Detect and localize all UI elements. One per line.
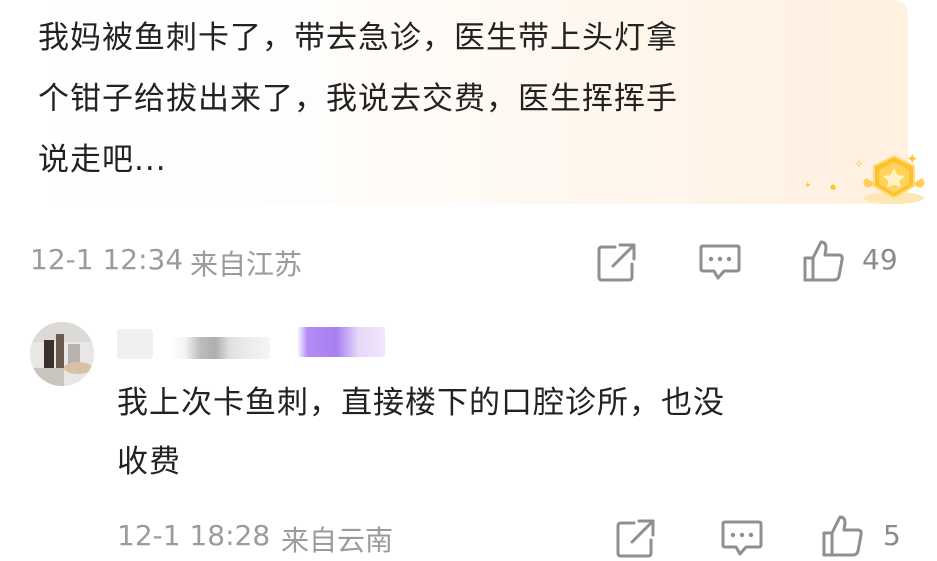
- comment-location: 来自江苏: [190, 248, 303, 281]
- medal-badge-icon: [863, 154, 925, 204]
- comment-icon[interactable]: [719, 515, 765, 561]
- comment-icon[interactable]: [697, 239, 743, 285]
- comment-card-1: 我妈被鱼刺卡了，带去急诊，医生带上头灯拿 个钳子给拔出来了，我说去交费，医生挥挥…: [8, 0, 925, 204]
- like-icon[interactable]: [801, 238, 847, 284]
- username[interactable]: [170, 337, 270, 359]
- like-icon[interactable]: [820, 513, 866, 559]
- user-badge: [297, 327, 385, 357]
- share-icon[interactable]: [613, 515, 659, 561]
- comment-timestamp: 12-1 18:28: [117, 519, 271, 552]
- comment-location: 来自云南: [281, 524, 394, 557]
- sparkle-icon: ●: [830, 183, 837, 191]
- avatar-image: [30, 322, 94, 386]
- comment-timestamp: 12-1 12:34: [30, 243, 184, 276]
- avatar[interactable]: [30, 322, 94, 386]
- sparkle-icon: ✦: [804, 181, 812, 191]
- comment-text: 我上次卡鱼刺，直接楼下的口腔诊所，也没 收费: [117, 385, 725, 480]
- comment-text: 我妈被鱼刺卡了，带去急诊，医生带上头灯拿 个钳子给拔出来了，我说去交费，医生挥挥…: [38, 20, 678, 178]
- like-count: 5: [883, 519, 901, 552]
- share-icon[interactable]: [594, 239, 640, 285]
- username[interactable]: [117, 329, 153, 359]
- like-count: 49: [862, 243, 898, 276]
